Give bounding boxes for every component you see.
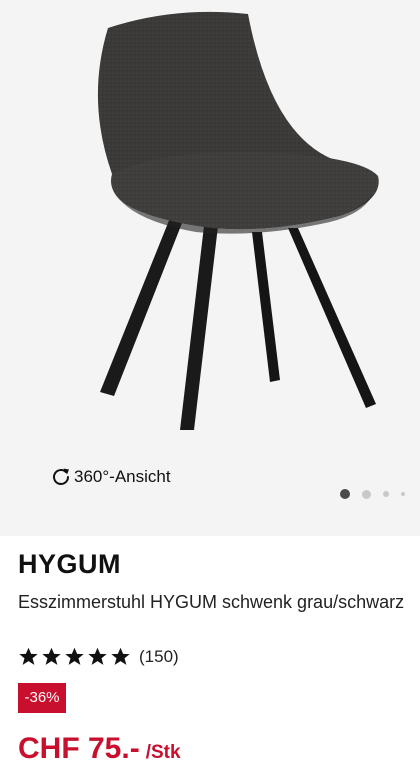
gallery-dot-2[interactable] <box>362 489 371 499</box>
product-title[interactable]: Esszimmerstuhl HYGUM schwenk grau/schwar… <box>18 590 408 614</box>
view-360-label: 360°-Ansicht <box>74 467 171 486</box>
star-icon <box>65 647 84 665</box>
product-rating[interactable]: (150) <box>18 646 179 667</box>
product-page: 360°-Ansicht HYGUM Esszimmerstuhl HYGUM … <box>0 0 420 768</box>
star-icon <box>19 647 38 665</box>
gallery-dot-4[interactable] <box>401 492 405 496</box>
gallery-dot-1[interactable] <box>340 489 350 499</box>
product-brand: HYGUM <box>18 549 121 579</box>
product-image-chair[interactable] <box>0 0 420 460</box>
star-icon <box>88 647 107 665</box>
view-360-button[interactable]: 360°-Ansicht <box>50 466 171 488</box>
gallery-dot-3[interactable] <box>383 491 389 497</box>
price-unit: /Stk <box>145 742 181 763</box>
review-count[interactable]: (150) <box>139 647 179 667</box>
rating-stars <box>18 646 133 667</box>
star-icon <box>42 647 61 665</box>
star-icon <box>111 647 130 665</box>
gallery-pagination <box>340 489 405 499</box>
rotate-360-icon <box>50 466 72 488</box>
price-amount: CHF 75.- <box>18 732 140 765</box>
product-image-gallery[interactable]: 360°-Ansicht <box>0 0 420 536</box>
discount-badge: -36% <box>18 683 66 713</box>
product-price: CHF 75.-/Stk <box>18 732 181 766</box>
